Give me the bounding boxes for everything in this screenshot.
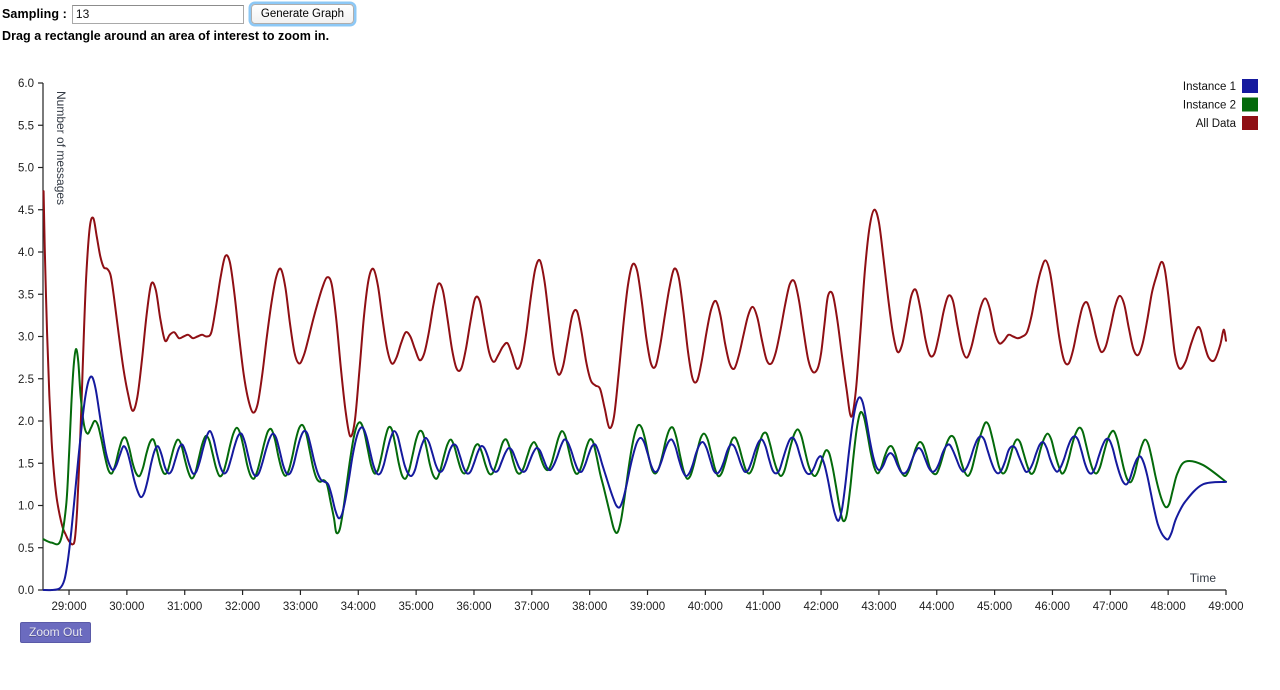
x-tick-label: 48:000 xyxy=(1151,601,1186,613)
x-tick-label: 43:000 xyxy=(861,601,896,613)
generate-graph-button[interactable]: Generate Graph xyxy=(250,4,355,24)
y-tick-label: 5.5 xyxy=(18,120,34,132)
legend-label: Instance 1 xyxy=(1183,81,1236,93)
y-tick-label: 1.5 xyxy=(18,458,34,470)
y-tick-label: 4.5 xyxy=(18,205,34,217)
x-tick-label: 32:000 xyxy=(225,601,260,613)
x-tick-label: 39:000 xyxy=(630,601,665,613)
zoom-out-button[interactable]: Zoom Out xyxy=(20,622,92,643)
x-tick-label: 42:000 xyxy=(803,601,838,613)
y-tick-label: 3.0 xyxy=(18,332,34,344)
x-axis-title: Time xyxy=(1190,571,1217,585)
legend-label: All Data xyxy=(1196,118,1237,130)
legend-swatch xyxy=(1242,97,1258,112)
y-tick-label: 4.0 xyxy=(18,247,34,259)
x-tick-label: 45:000 xyxy=(977,601,1012,613)
x-tick-label: 47:000 xyxy=(1093,601,1128,613)
x-tick-label: 33:000 xyxy=(283,601,318,613)
x-tick-label: 38:000 xyxy=(572,601,607,613)
x-tick-label: 35:000 xyxy=(399,601,434,613)
x-tick-label: 40:000 xyxy=(688,601,723,613)
x-tick-label: 29:000 xyxy=(51,601,86,613)
x-tick-label: 34:000 xyxy=(341,601,376,613)
x-tick-label: 37:000 xyxy=(514,601,549,613)
x-tick-label: 30:000 xyxy=(109,601,144,613)
series-line-all-data xyxy=(42,190,1227,546)
y-tick-label: 1.0 xyxy=(18,501,34,513)
y-tick-label: 3.5 xyxy=(18,289,34,301)
controls-bar: Sampling : Generate Graph xyxy=(0,0,1280,28)
timeseries-chart[interactable]: 0.0 0.5 1.0 1.5 2.0 2.5 3.0 3.5 4.0 4.5 5.0 5.5 6.0 2… xyxy=(0,55,1280,625)
sampling-label: Sampling : xyxy=(2,7,67,21)
x-tick-label: 31:000 xyxy=(167,601,202,613)
y-tick-label: 2.0 xyxy=(18,416,34,428)
y-tick-label: 0.5 xyxy=(18,543,34,555)
drag-hint-text: Drag a rectangle around an area of inter… xyxy=(2,29,330,43)
x-tick-label: 46:000 xyxy=(1035,601,1070,613)
y-tick-label: 0.0 xyxy=(18,585,34,597)
x-tick-label: 36:000 xyxy=(456,601,491,613)
legend-swatch xyxy=(1242,79,1258,93)
y-tick-label: 2.5 xyxy=(18,374,34,386)
graph-page: Sampling : Generate Graph Drag a rectang… xyxy=(0,0,1280,690)
x-tick-label: 44:000 xyxy=(919,601,954,613)
y-tick-label: 6.0 xyxy=(18,78,34,90)
series-line-instance-1 xyxy=(42,375,1227,592)
y-tick-label: 5.0 xyxy=(18,163,34,175)
x-tick-label: 49:000 xyxy=(1208,601,1243,613)
x-tick-label: 41:000 xyxy=(746,601,781,613)
legend-label: Instance 2 xyxy=(1183,100,1236,112)
y-axis-title: Number of messages xyxy=(54,91,68,205)
chart-area[interactable]: 0.0 0.5 1.0 1.5 2.0 2.5 3.0 3.5 4.0 4.5 5.0 5.5 6.0 2… xyxy=(0,55,1280,625)
generate-graph-button-wrap: Generate Graph xyxy=(250,4,355,24)
legend-swatch xyxy=(1242,116,1258,130)
sampling-input[interactable] xyxy=(71,4,244,24)
